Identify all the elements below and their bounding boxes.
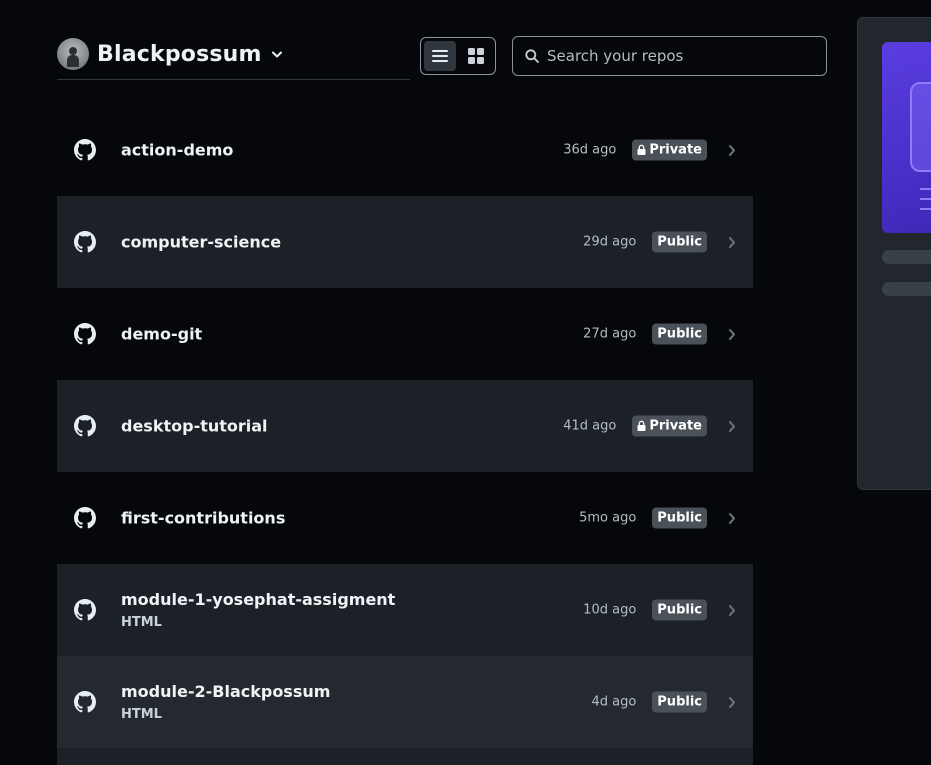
list-icon — [432, 50, 448, 62]
lock-icon — [637, 144, 646, 155]
promo-line — [920, 208, 931, 210]
repo-text: action-demo — [121, 141, 233, 160]
chevron-down-icon — [271, 51, 282, 58]
repo-text: desktop-tutorial — [121, 417, 268, 436]
lock-icon — [637, 420, 646, 431]
repo-name[interactable]: computer-science — [121, 233, 281, 252]
repo-language: HTML — [121, 707, 162, 722]
repo-updated: 27d ago — [583, 326, 637, 342]
search-icon — [525, 49, 539, 63]
repo-row[interactable]: demo-git 27d ago Public — [57, 288, 753, 380]
github-icon — [74, 691, 96, 713]
visibility-label: Private — [649, 418, 702, 434]
chevron-right-icon — [729, 144, 735, 156]
repo-updated: 41d ago — [563, 418, 617, 434]
visibility-badge: Private — [632, 139, 707, 161]
visibility-label: Public — [657, 602, 702, 618]
chevron-right-icon — [729, 328, 735, 340]
repo-name[interactable]: desktop-tutorial — [121, 417, 268, 436]
github-icon — [74, 323, 96, 345]
repo-name[interactable]: module-2-Blackpossum — [121, 682, 330, 701]
repo-text: demo-git — [121, 325, 202, 344]
repo-name[interactable]: first-contributions — [121, 509, 285, 528]
skeleton-line — [882, 250, 931, 264]
visibility-badge: Private — [632, 415, 707, 437]
repo-updated: 36d ago — [563, 142, 617, 158]
view-toggle — [420, 37, 496, 75]
visibility-badge: Public — [652, 691, 707, 713]
repo-list: action-demo 36d ago Private computer-sci… — [57, 104, 753, 765]
chevron-right-icon — [729, 512, 735, 524]
repo-name[interactable]: module-1-yosephat-assigment — [121, 590, 395, 609]
github-icon — [74, 415, 96, 437]
repo-meta: 29d ago Public — [583, 231, 736, 253]
repo-text: first-contributions — [121, 509, 285, 528]
side-panel — [857, 17, 931, 490]
visibility-label: Public — [657, 510, 702, 526]
repo-row[interactable]: module-1-yosephat-assigment HTML 10d ago… — [57, 564, 753, 656]
avatar — [57, 38, 89, 70]
repo-meta: 5mo ago Public — [579, 507, 736, 529]
repo-updated: 5mo ago — [579, 510, 637, 526]
chevron-right-icon — [729, 236, 735, 248]
repo-text: computer-science — [121, 233, 281, 252]
repo-text: module-2-Blackpossum HTML — [121, 682, 330, 722]
repositories-page: Blackpossum Search your repos action-dem… — [0, 0, 931, 765]
repo-updated: 29d ago — [583, 234, 637, 250]
chevron-right-icon — [729, 604, 735, 616]
promo-line — [920, 188, 931, 190]
promo-illustration — [882, 42, 931, 233]
visibility-label: Private — [649, 142, 702, 158]
list-view-button[interactable] — [424, 41, 456, 71]
repo-meta: 27d ago Public — [583, 323, 736, 345]
repo-meta: 41d ago Private — [563, 415, 736, 437]
repo-row[interactable]: computer-science 29d ago Public — [57, 196, 753, 288]
github-icon — [74, 139, 96, 161]
repo-text: module-1-yosephat-assigment HTML — [121, 590, 395, 630]
visibility-badge: Public — [652, 599, 707, 621]
github-icon — [74, 231, 96, 253]
repo-search — [512, 36, 827, 76]
grid-icon — [468, 48, 484, 64]
chevron-right-icon — [729, 420, 735, 432]
repo-updated: 4d ago — [591, 694, 637, 710]
chevron-right-icon — [729, 696, 735, 708]
github-icon — [74, 507, 96, 529]
repo-meta: 36d ago Private — [563, 139, 736, 161]
repo-row[interactable]: desktop-tutorial 41d ago Private — [57, 380, 753, 472]
account-switcher[interactable]: Blackpossum — [57, 38, 282, 70]
visibility-label: Public — [657, 326, 702, 342]
repo-row-partial[interactable] — [57, 748, 753, 765]
header-divider — [57, 79, 410, 80]
account-name: Blackpossum — [97, 41, 262, 67]
repo-name[interactable]: demo-git — [121, 325, 202, 344]
repo-row[interactable]: first-contributions 5mo ago Public — [57, 472, 753, 564]
repo-row[interactable]: action-demo 36d ago Private — [57, 104, 753, 196]
promo-shape — [910, 82, 931, 172]
repo-row[interactable]: module-2-Blackpossum HTML 4d ago Public — [57, 656, 753, 748]
visibility-label: Public — [657, 694, 702, 710]
promo-line — [920, 198, 931, 200]
repo-meta: 4d ago Public — [591, 691, 736, 713]
repo-language: HTML — [121, 615, 162, 630]
skeleton-line — [882, 282, 931, 296]
visibility-badge: Public — [652, 323, 707, 345]
repo-meta: 10d ago Public — [583, 599, 736, 621]
grid-view-button[interactable] — [460, 41, 492, 71]
repo-name[interactable]: action-demo — [121, 141, 233, 160]
visibility-label: Public — [657, 234, 702, 250]
repo-updated: 10d ago — [583, 602, 637, 618]
visibility-badge: Public — [652, 507, 707, 529]
visibility-badge: Public — [652, 231, 707, 253]
search-input[interactable] — [547, 47, 814, 65]
github-icon — [74, 599, 96, 621]
